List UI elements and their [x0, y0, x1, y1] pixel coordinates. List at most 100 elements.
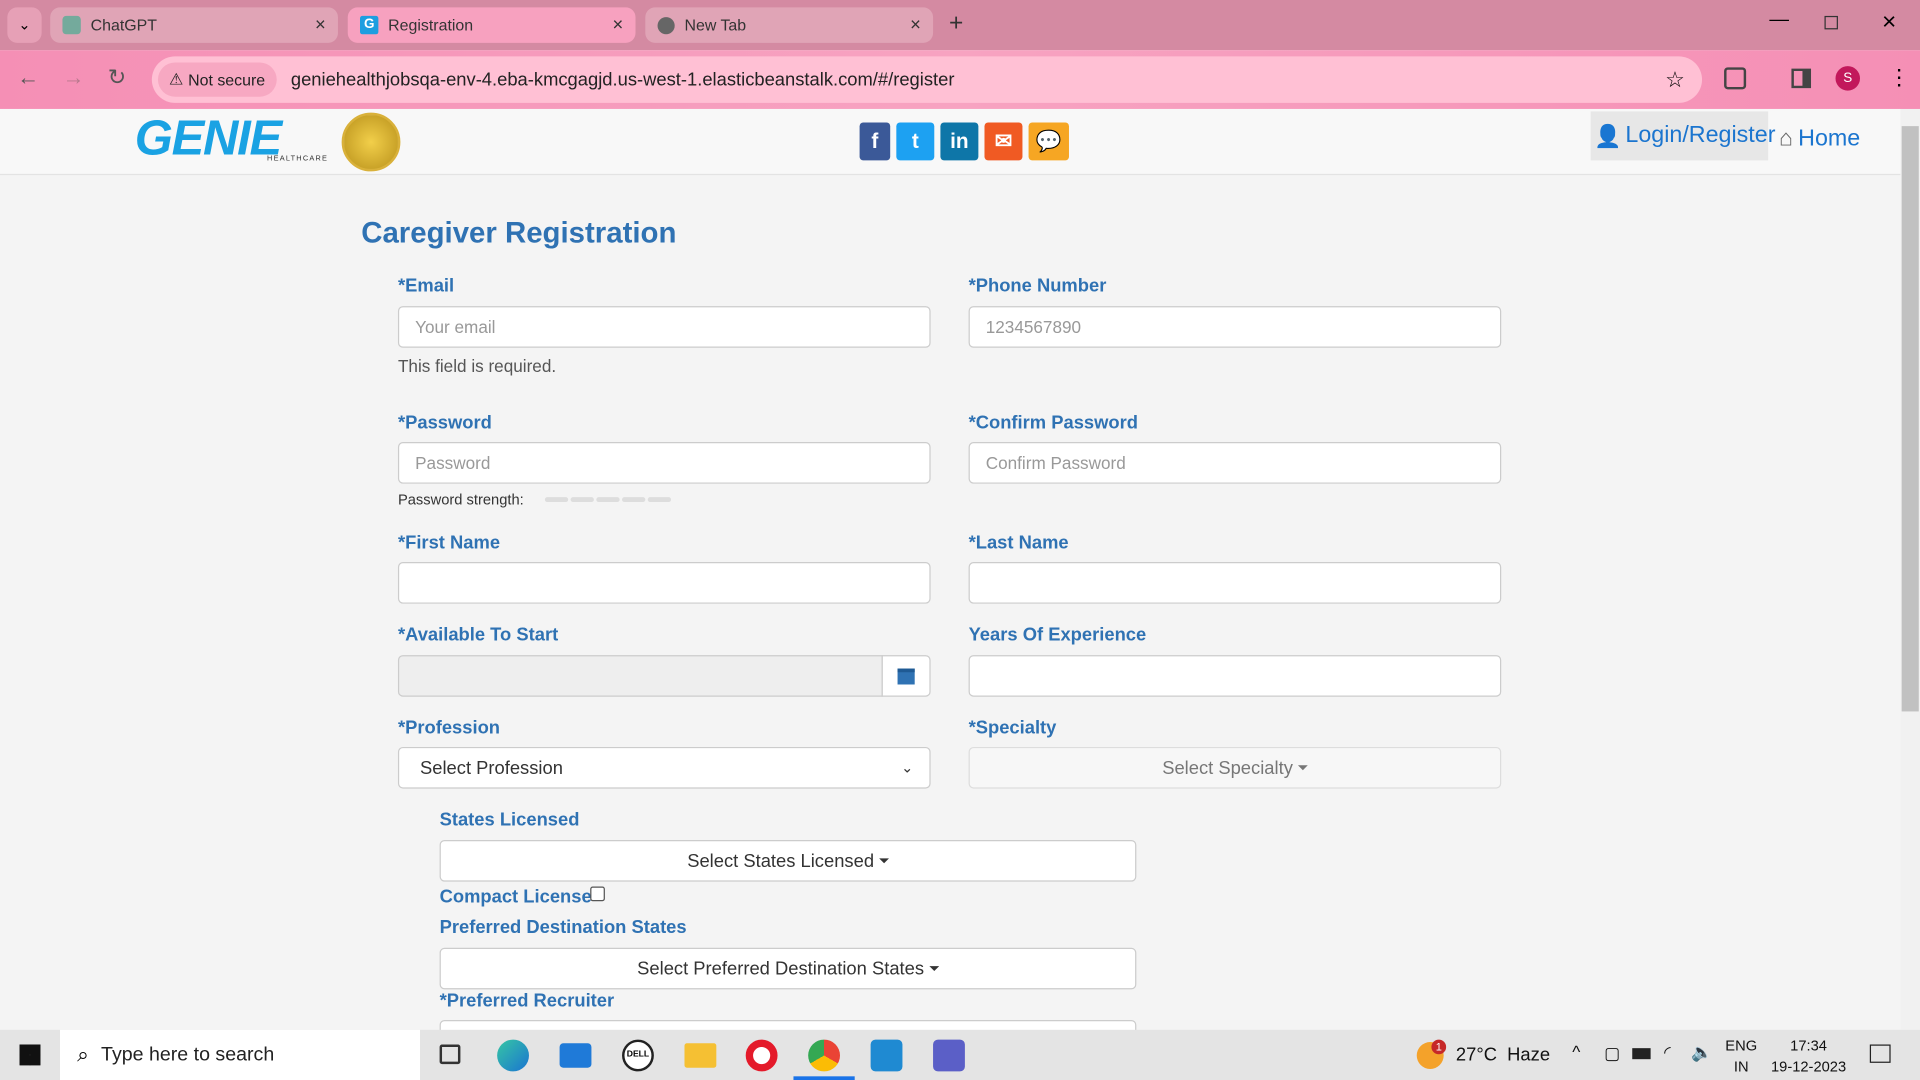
available-date-field[interactable] [397, 655, 883, 697]
notifications-icon[interactable] [1869, 1044, 1891, 1063]
warning-icon: ⚠ [168, 69, 184, 89]
tab-registration[interactable]: G Registration × [347, 7, 636, 43]
search-icon: ⌕ [77, 1042, 89, 1066]
email-field[interactable]: Your email [397, 306, 931, 348]
chrome-icon[interactable] [808, 1039, 841, 1072]
phone-field[interactable]: 1234567890 [968, 306, 1502, 348]
camera-icon[interactable]: ▢ [1604, 1043, 1620, 1064]
twitter-icon[interactable]: t [896, 122, 935, 161]
back-button[interactable]: ← [17, 65, 39, 91]
volume-icon[interactable]: 🔈 [1691, 1042, 1712, 1063]
weather-badge: 1 [1431, 1039, 1447, 1055]
taskbar-search[interactable]: ⌕ Type here to search [60, 1029, 421, 1080]
password-label: *Password [397, 412, 492, 434]
tab-chatgpt[interactable]: ChatGPT × [50, 7, 338, 43]
taskbar: ⌕ Type here to search DELL 1 27°C Haze ^… [0, 1029, 1920, 1080]
wifi-icon[interactable]: ◜ [1664, 1042, 1671, 1063]
close-window-button[interactable]: × [1882, 9, 1896, 37]
minimize-button[interactable]: — [1769, 10, 1789, 32]
globe-icon [657, 16, 675, 34]
tab-strip: ⌄ ChatGPT × G Registration × New Tab × +… [0, 0, 1920, 51]
forward-button[interactable]: → [62, 65, 84, 91]
tab-label: Registration [388, 15, 474, 35]
dell-icon[interactable]: DELL [622, 1039, 654, 1072]
new-tab-button[interactable]: + [949, 10, 963, 38]
facebook-icon[interactable]: f [859, 122, 891, 161]
destination-states-dropdown[interactable]: Select Preferred Destination States [439, 947, 1137, 990]
windows-start-icon[interactable] [19, 1044, 41, 1066]
teams-icon[interactable] [933, 1039, 965, 1072]
states-licensed-label: States Licensed [439, 809, 580, 831]
specialty-dropdown[interactable]: Select Specialty [968, 746, 1502, 789]
experience-field[interactable] [968, 655, 1502, 697]
page-content: GENIE HEALTHCARE f t in ✉ 💬 👤 Login/Regi… [0, 108, 1901, 1062]
caret-icon [878, 858, 889, 864]
genie-logo[interactable]: GENIE HEALTHCARE [135, 114, 328, 163]
linkedin-icon[interactable]: in [940, 122, 979, 161]
calendar-button[interactable] [881, 655, 931, 697]
email-error: This field is required. [397, 356, 557, 376]
reload-button[interactable]: ↻ [108, 65, 126, 91]
preferred-recruiter-label: *Preferred Recruiter [439, 990, 615, 1012]
profession-label: *Profession [397, 717, 501, 739]
confirm-password-label: *Confirm Password [968, 412, 1139, 434]
file-explorer-icon[interactable] [684, 1043, 717, 1068]
first-name-field[interactable] [397, 562, 931, 604]
login-label: Login/Register [1625, 122, 1776, 149]
password-strength-meter [544, 497, 672, 503]
restore-button[interactable] [1824, 15, 1838, 30]
weather-text[interactable]: 27°C Haze [1456, 1044, 1550, 1065]
home-link[interactable]: ⌂ Home [1779, 126, 1860, 153]
tab-search-button[interactable]: ⌄ [7, 7, 42, 43]
vscode-icon[interactable] [870, 1039, 903, 1072]
compact-license-label: Compact License [439, 886, 592, 908]
calendar-icon [897, 667, 915, 684]
compact-license-checkbox[interactable] [590, 886, 605, 902]
scrollbar[interactable] [1900, 108, 1920, 1030]
phone-label: *Phone Number [968, 275, 1107, 297]
site-header: GENIE HEALTHCARE f t in ✉ 💬 👤 Login/Regi… [0, 108, 1901, 176]
close-tab-icon[interactable]: × [613, 15, 624, 36]
tab-new-tab[interactable]: New Tab × [645, 7, 934, 43]
active-app-indicator [793, 1076, 855, 1080]
close-tab-icon[interactable]: × [910, 15, 921, 36]
first-name-label: *First Name [397, 532, 501, 554]
login-register-link[interactable]: 👤 Login/Register [1590, 111, 1775, 161]
bookmark-star-icon[interactable]: ☆ [1665, 67, 1685, 93]
show-hidden-icons[interactable]: ^ [1572, 1042, 1580, 1062]
last-name-field[interactable] [968, 562, 1502, 604]
mail-icon[interactable] [559, 1043, 592, 1068]
search-placeholder: Type here to search [101, 1043, 275, 1065]
extensions-icon[interactable] [1724, 67, 1747, 90]
confirm-password-field[interactable]: Confirm Password [968, 442, 1502, 484]
experience-label: Years Of Experience [968, 624, 1147, 646]
close-tab-icon[interactable]: × [315, 15, 326, 36]
tab-label: ChatGPT [90, 15, 157, 35]
profile-avatar[interactable]: S [1835, 66, 1861, 91]
side-panel-icon[interactable] [1791, 68, 1812, 89]
caret-icon [1297, 765, 1308, 771]
clock[interactable]: 17:34 19-12-2023 [1771, 1036, 1847, 1078]
edge-icon[interactable] [497, 1039, 529, 1072]
task-view-icon[interactable] [439, 1044, 461, 1065]
chatgpt-icon [62, 15, 81, 35]
specialty-label: *Specialty [968, 717, 1057, 739]
url-text: geniehealthjobsqa-env-4.eba-kmcgagjd.us-… [290, 69, 955, 91]
chat-icon[interactable]: 💬 [1028, 122, 1069, 161]
opera-icon[interactable] [745, 1039, 778, 1072]
last-name-label: *Last Name [968, 532, 1069, 554]
menu-icon[interactable]: ⋮ [1888, 65, 1910, 91]
security-chip[interactable]: ⚠ Not secure [157, 62, 277, 97]
password-field[interactable]: Password [397, 442, 931, 484]
genie-favicon: G [360, 15, 379, 35]
page-title: Caregiver Registration [361, 216, 677, 250]
profession-select[interactable]: Select Profession ⌄ [397, 746, 931, 789]
language-indicator[interactable]: ENG IN [1725, 1036, 1757, 1078]
caret-icon [928, 966, 939, 972]
address-bar[interactable]: ⚠ Not secure geniehealthjobsqa-env-4.eba-… [151, 56, 1703, 103]
email-icon[interactable]: ✉ [984, 122, 1023, 161]
destination-states-label: Preferred Destination States [439, 917, 687, 938]
chevron-down-icon: ⌄ [901, 759, 914, 777]
states-licensed-dropdown[interactable]: Select States Licensed [439, 840, 1137, 882]
battery-icon[interactable] [1632, 1048, 1651, 1060]
